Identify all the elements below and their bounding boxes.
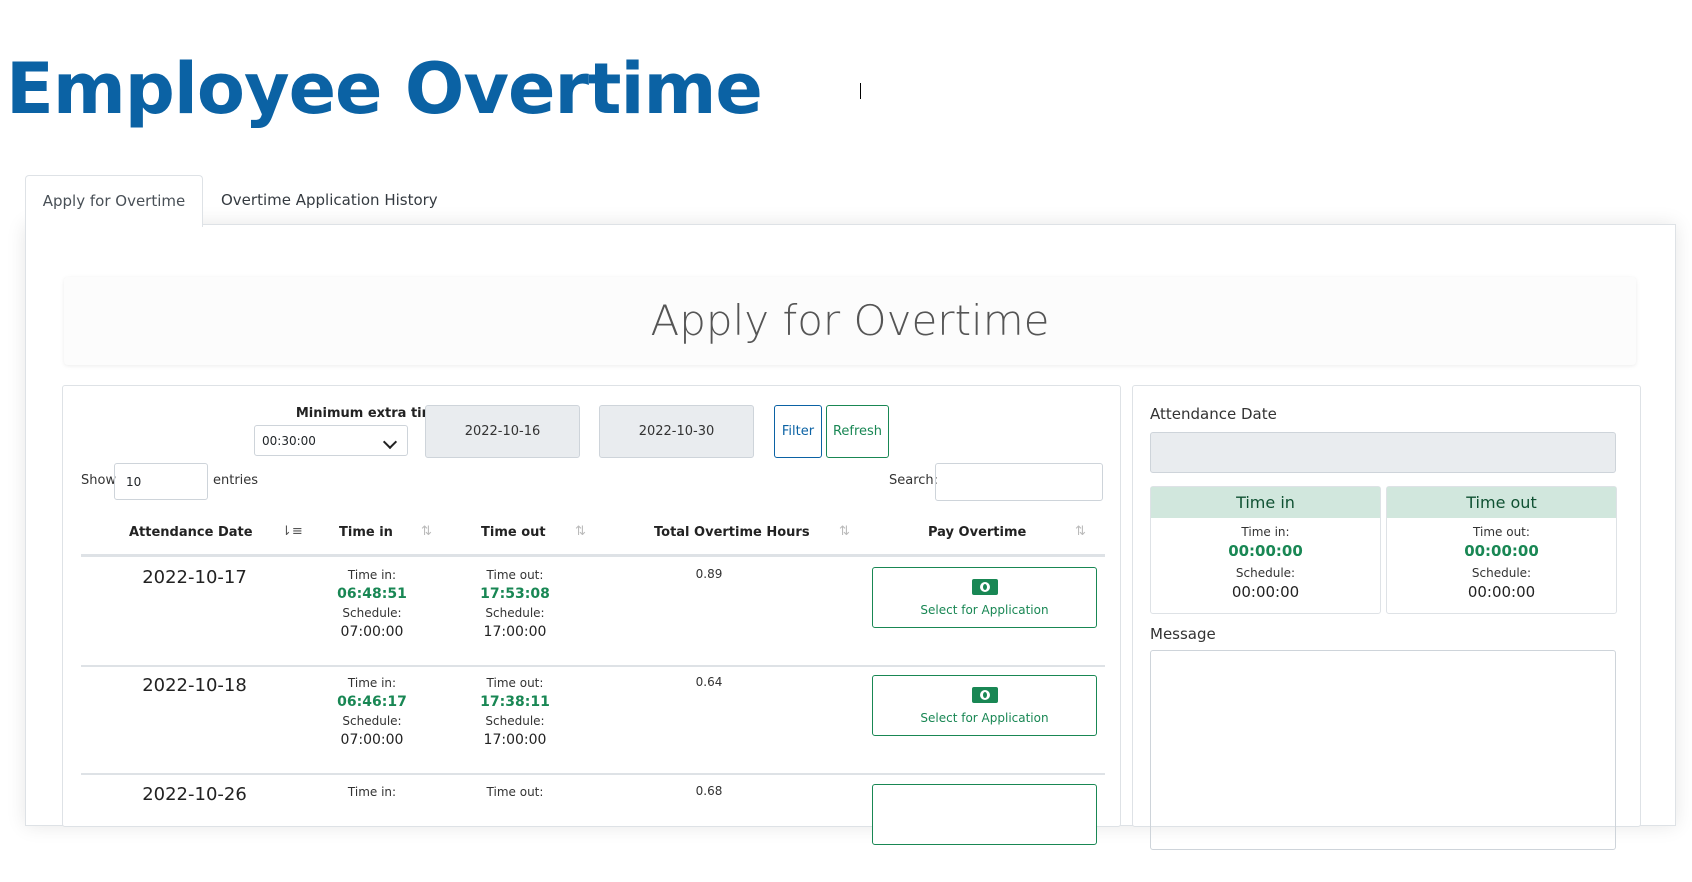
schedule-in-value: 07:00:00 bbox=[340, 732, 404, 748]
tab-panel: Apply for Overtime Minimum extra time 00… bbox=[25, 224, 1676, 850]
time-in-cell: Time in: 06:46:17 Schedule: 07:00:00 bbox=[302, 675, 442, 751]
attendance-date-label: Attendance Date bbox=[1150, 405, 1277, 423]
min-extra-time-label: Minimum extra time bbox=[295, 406, 444, 421]
time-out-value: 17:38:11 bbox=[480, 694, 550, 710]
time-out-caption: Time out: bbox=[486, 676, 544, 690]
select-for-application-button[interactable]: Select for Application bbox=[872, 567, 1097, 628]
min-extra-time-select[interactable]: 00:30:00 bbox=[254, 425, 408, 456]
overtime-hours: 0.64 bbox=[695, 675, 723, 689]
min-extra-time-value: 00:30:00 bbox=[262, 434, 316, 448]
select-for-application-button[interactable]: Select for Application bbox=[872, 675, 1097, 736]
time-in-card-title: Time in bbox=[1151, 487, 1380, 518]
select-for-application-button[interactable] bbox=[872, 784, 1097, 845]
time-out-cell: Time out: 17:53:08 Schedule: 17:00:00 bbox=[445, 567, 585, 643]
section-heading-card: Apply for Overtime bbox=[64, 277, 1636, 365]
search-input[interactable] bbox=[935, 463, 1103, 501]
time-out-cell: Time out: bbox=[445, 784, 585, 800]
chevron-down-icon bbox=[382, 434, 398, 450]
select-for-application-label: Select for Application bbox=[920, 603, 1049, 617]
tab-overtime-history[interactable]: Overtime Application History bbox=[221, 175, 438, 225]
sort-icon[interactable]: ⇅ bbox=[575, 524, 586, 539]
text-cursor bbox=[860, 83, 861, 99]
show-label: Show bbox=[81, 473, 117, 488]
entries-per-page-select[interactable]: 10 bbox=[114, 463, 208, 500]
time-out-value: 17:53:08 bbox=[480, 586, 550, 602]
sort-icon[interactable]: ⇅ bbox=[839, 524, 850, 539]
date-to-field[interactable]: 2022-10-30 bbox=[599, 405, 754, 458]
time-out-caption: Time out: bbox=[486, 785, 544, 799]
search-label: Search: bbox=[889, 473, 939, 488]
money-icon bbox=[971, 579, 998, 595]
refresh-button[interactable]: Refresh bbox=[826, 405, 889, 458]
time-in-cell: Time in: bbox=[302, 784, 442, 800]
time-out-card-title: Time out bbox=[1387, 487, 1616, 518]
time-in-summary-card: Time in Time in: 00:00:00 Schedule: 00:0… bbox=[1150, 486, 1381, 614]
schedule-caption: Schedule: bbox=[485, 714, 545, 728]
time-in-caption: Time in: bbox=[347, 785, 397, 799]
col-header-time-out[interactable]: Time out bbox=[481, 525, 546, 540]
schedule-caption: Schedule: bbox=[485, 606, 545, 620]
col-header-pay-overtime[interactable]: Pay Overtime bbox=[928, 525, 1026, 540]
message-label: Message bbox=[1150, 625, 1216, 643]
table-row: 2022-10-17 Time in: 06:48:51 Schedule: 0… bbox=[81, 557, 1105, 667]
time-out-caption: Time out: bbox=[1473, 525, 1530, 539]
col-header-time-in[interactable]: Time in bbox=[339, 525, 393, 540]
overtime-hours: 0.68 bbox=[695, 784, 723, 798]
application-form-card: Attendance Date Time in Time in: 00:00:0… bbox=[1132, 385, 1641, 850]
schedule-in-value: 07:00:00 bbox=[340, 624, 404, 640]
schedule-caption: Schedule: bbox=[1235, 566, 1296, 580]
time-in-cell: Time in: 06:48:51 Schedule: 07:00:00 bbox=[302, 567, 442, 643]
attendance-table-card: Minimum extra time 00:30:00 2022-10-16 2… bbox=[62, 385, 1121, 845]
filter-button[interactable]: Filter bbox=[774, 405, 822, 458]
sort-asc-icon[interactable]: ⇂≡ bbox=[281, 524, 303, 539]
attendance-date-field[interactable] bbox=[1150, 432, 1616, 473]
schedule-out-value: 17:00:00 bbox=[483, 624, 547, 640]
message-textarea[interactable] bbox=[1150, 650, 1616, 850]
schedule-caption: Schedule: bbox=[342, 714, 402, 728]
select-for-application-label: Select for Application bbox=[920, 711, 1049, 725]
time-in-caption: Time in: bbox=[347, 568, 397, 582]
time-out-caption: Time out: bbox=[486, 568, 544, 582]
time-in-caption: Time in: bbox=[347, 676, 397, 690]
sort-icon[interactable]: ⇅ bbox=[421, 524, 432, 539]
time-out-cell: Time out: 17:38:11 Schedule: 17:00:00 bbox=[445, 675, 585, 751]
page-title: Employee Overtime bbox=[6, 48, 763, 130]
col-header-total-overtime[interactable]: Total Overtime Hours bbox=[654, 525, 810, 540]
overtime-hours: 0.89 bbox=[695, 567, 723, 581]
section-title: Apply for Overtime bbox=[650, 296, 1050, 345]
schedule-caption: Schedule: bbox=[342, 606, 402, 620]
schedule-caption: Schedule: bbox=[1471, 566, 1532, 580]
date-from-field[interactable]: 2022-10-16 bbox=[425, 405, 580, 458]
time-in-value: 06:46:17 bbox=[337, 694, 407, 710]
table-row: 2022-10-26 Time in: Time out: 0.68 bbox=[81, 774, 1105, 882]
row-date: 2022-10-18 bbox=[142, 675, 247, 696]
sort-icon[interactable]: ⇅ bbox=[1075, 524, 1086, 539]
entries-label: entries bbox=[213, 473, 259, 488]
schedule-value: 00:00:00 bbox=[1467, 583, 1536, 601]
table-row: 2022-10-18 Time in: 06:46:17 Schedule: 0… bbox=[81, 665, 1105, 775]
time-in-value: 00:00:00 bbox=[1228, 542, 1303, 560]
money-icon bbox=[971, 687, 998, 703]
time-out-value: 00:00:00 bbox=[1464, 542, 1539, 560]
schedule-out-value: 17:00:00 bbox=[483, 732, 547, 748]
time-in-caption: Time in: bbox=[1241, 525, 1290, 539]
row-date: 2022-10-17 bbox=[142, 567, 247, 588]
tab-apply-overtime[interactable]: Apply for Overtime bbox=[25, 175, 203, 227]
time-out-summary-card: Time out Time out: 00:00:00 Schedule: 00… bbox=[1386, 486, 1617, 614]
schedule-value: 00:00:00 bbox=[1231, 583, 1300, 601]
time-in-value: 06:48:51 bbox=[337, 586, 407, 602]
col-header-attendance-date[interactable]: Attendance Date bbox=[129, 525, 253, 540]
